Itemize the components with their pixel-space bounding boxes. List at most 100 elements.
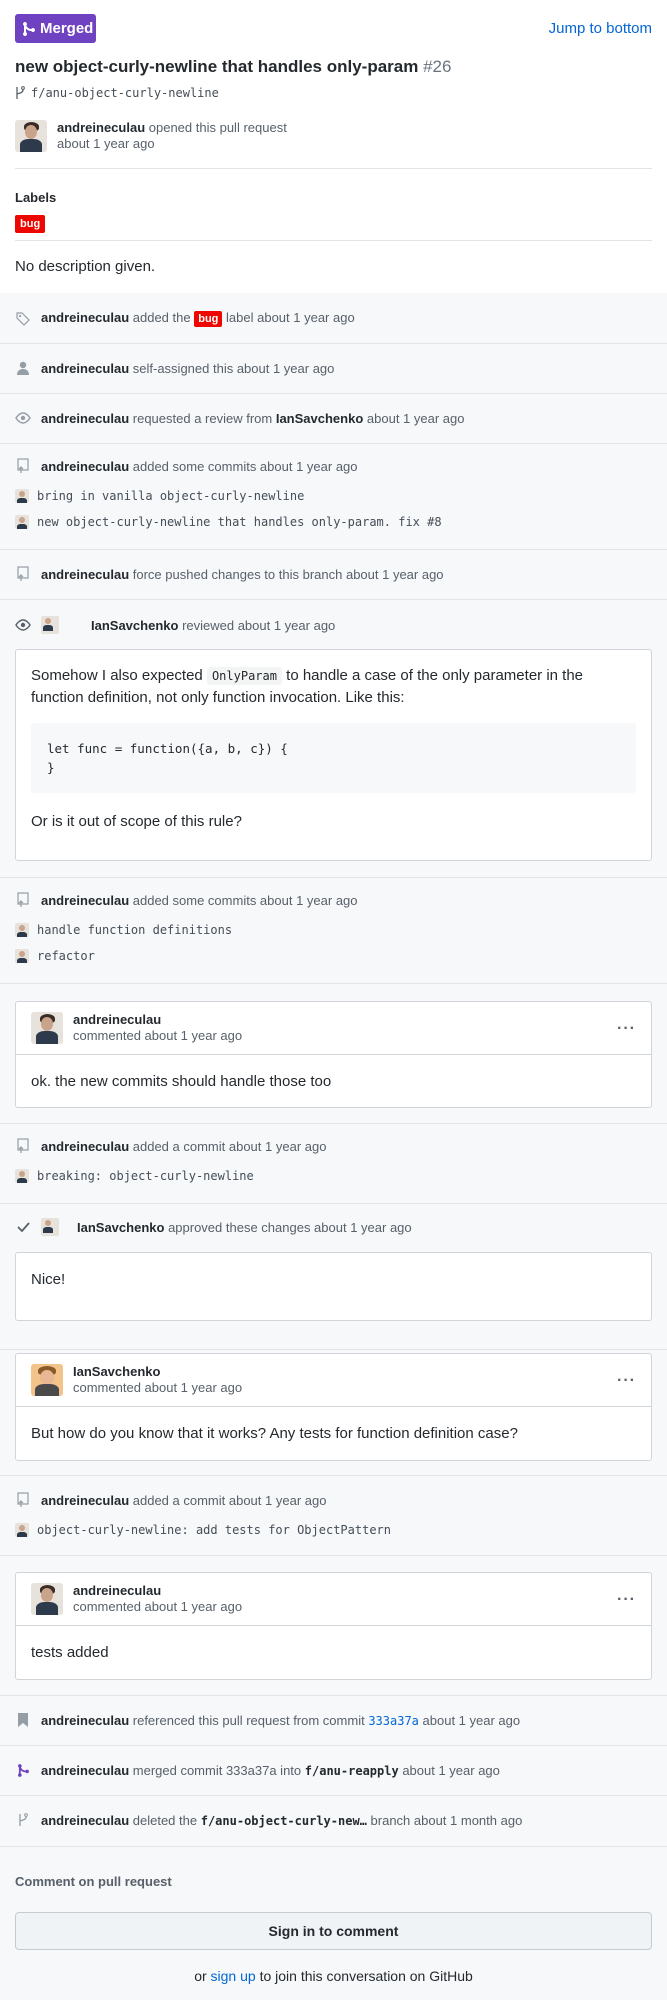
event-text: merged commit 333a37a into (132, 1762, 302, 1778)
repo-push-icon (15, 1492, 31, 1508)
comment-author[interactable]: IanSavchenko (73, 1364, 160, 1379)
commit-item[interactable]: breaking: object-curly-newline (15, 1169, 254, 1183)
avatar (15, 949, 29, 963)
merged-label: Merged (40, 20, 94, 37)
pr-opener: andreineculau opened this pull request a… (15, 120, 287, 152)
commit-item[interactable]: handle function definitions (15, 923, 232, 937)
target-branch[interactable]: f/anu-reapply (305, 1764, 399, 1778)
review-body: Nice! (31, 1271, 66, 1288)
commit-message[interactable]: bring in vanilla object-curly-newline (37, 489, 304, 503)
event-user[interactable]: andreineculau (41, 893, 129, 908)
merged-badge: Merged (15, 14, 96, 43)
comment-meta: commented about 1 year ago (73, 1028, 243, 1043)
commit-message[interactable]: refactor (37, 949, 95, 963)
comment-box: andreineculau commented about 1 year ago … (15, 1001, 652, 1108)
repo-push-icon (15, 458, 31, 474)
tag-icon (15, 311, 31, 327)
more-options-icon[interactable]: ··· (617, 1591, 636, 1609)
review-text-end: Or is it out of scope of this rule? (31, 813, 242, 830)
event-text: self-assigned this about 1 year ago (132, 360, 335, 376)
event-user[interactable]: andreineculau (41, 1813, 129, 1828)
event-user[interactable]: andreineculau (41, 459, 129, 474)
eye-icon (15, 617, 31, 633)
divider (15, 240, 652, 241)
event-user[interactable]: andreineculau (41, 1493, 129, 1508)
labels-heading: Labels (15, 190, 57, 205)
comment-author[interactable]: andreineculau (73, 1012, 161, 1027)
commit-message[interactable]: new object-curly-newline that handles on… (37, 515, 442, 529)
comment-box: andreineculau commented about 1 year ago … (15, 1572, 652, 1680)
branch-icon (16, 86, 25, 99)
commit-item[interactable]: object-curly-newline: add tests for Obje… (15, 1523, 391, 1537)
avatar[interactable] (15, 120, 47, 152)
sign-in-button[interactable]: Sign in to comment (15, 1912, 652, 1950)
more-options-icon[interactable]: ··· (617, 1372, 636, 1390)
comment-meta: commented about 1 year ago (73, 1599, 243, 1614)
review-text: Somehow I also expected OnlyParam to han… (31, 667, 584, 706)
timeline-comment: andreineculau commented about 1 year ago … (0, 1556, 667, 1696)
event-text: referenced this pull request from commit (132, 1712, 365, 1728)
eye-icon (15, 410, 31, 426)
sign-up-link[interactable]: sign up (211, 1968, 256, 1984)
reviewer-name[interactable]: IanSavchenko (276, 411, 363, 426)
inline-code: OnlyParam (206, 667, 282, 685)
bug-label[interactable]: bug (15, 215, 46, 233)
opener-user[interactable]: andreineculau (57, 120, 145, 135)
event-user[interactable]: andreineculau (41, 1763, 129, 1778)
commit-item[interactable]: bring in vanilla object-curly-newline (15, 489, 304, 503)
repo-push-icon (15, 566, 31, 582)
event-user[interactable]: IanSavchenko (77, 1220, 164, 1235)
event-text: added the (132, 310, 191, 325)
timeline-event-commits: andreineculau added some commits about 1… (0, 878, 667, 984)
timeline-event-assigned: andreineculau self-assigned this about 1… (0, 344, 667, 394)
event-text: label about 1 year ago (226, 310, 355, 325)
avatar (15, 489, 29, 503)
event-user[interactable]: andreineculau (41, 1139, 129, 1154)
person-icon (15, 360, 31, 376)
bug-label[interactable]: bug (194, 311, 223, 327)
repo-push-icon (15, 1138, 31, 1154)
comment-box: IanSavchenko commented about 1 year ago ·… (15, 1353, 652, 1461)
event-user[interactable]: andreineculau (41, 361, 129, 376)
review-comment: Nice! (15, 1252, 652, 1321)
signup-rest: to join this conversation on GitHub (259, 1968, 473, 1984)
timeline-review: IanSavchenko reviewed about 1 year ago S… (0, 600, 667, 878)
event-user[interactable]: andreineculau (41, 411, 129, 426)
commit-message[interactable]: handle function definitions (37, 923, 232, 937)
commit-item[interactable]: new object-curly-newline that handles on… (15, 515, 442, 529)
comment-meta: commented about 1 year ago (73, 1380, 243, 1395)
commit-message[interactable]: object-curly-newline: add tests for Obje… (37, 1523, 391, 1537)
signup-line: or sign up to join this conversation on … (0, 1968, 667, 1984)
event-user[interactable]: andreineculau (41, 1713, 129, 1728)
commit-message[interactable]: breaking: object-curly-newline (37, 1169, 254, 1183)
bookmark-icon (15, 1712, 31, 1728)
commit-sha-link[interactable]: 333a37a (368, 1714, 419, 1728)
avatar[interactable] (31, 1364, 63, 1396)
pr-header: Merged Jump to bottom new object-curly-n… (0, 0, 667, 293)
avatar (15, 1523, 29, 1537)
timeline-comment: IanSavchenko commented about 1 year ago ·… (0, 1350, 667, 1476)
avatar[interactable] (31, 1583, 63, 1615)
event-user[interactable]: andreineculau (41, 310, 129, 325)
event-user[interactable]: andreineculau (41, 567, 129, 582)
timeline-event-commits: andreineculau added a commit about 1 yea… (0, 1476, 667, 1556)
timeline-event-commits: andreineculau added a commit about 1 yea… (0, 1124, 667, 1204)
timeline-event-merged: andreineculau merged commit 333a37a into… (0, 1746, 667, 1796)
event-text: reviewed about 1 year ago (182, 617, 336, 633)
event-time: about 1 year ago (402, 1762, 500, 1778)
avatar[interactable] (41, 1218, 59, 1236)
commit-item[interactable]: refactor (15, 949, 95, 963)
review-comment: Somehow I also expected OnlyParam to han… (15, 649, 652, 861)
jump-to-bottom-link[interactable]: Jump to bottom (549, 20, 652, 37)
branch-line: f/anu-object-curly-newline (15, 86, 219, 100)
timeline-event-referenced: andreineculau referenced this pull reque… (0, 1696, 667, 1746)
comment-author[interactable]: andreineculau (73, 1583, 161, 1598)
avatar[interactable] (31, 1012, 63, 1044)
pr-title: new object-curly-newline that handles on… (15, 57, 419, 76)
timeline-event-review-requested: andreineculau requested a review from Ia… (0, 394, 667, 444)
event-user[interactable]: IanSavchenko (91, 618, 178, 633)
more-options-icon[interactable]: ··· (617, 1020, 636, 1038)
opener-time: about 1 year ago (57, 136, 155, 151)
avatar[interactable] (41, 616, 59, 634)
pr-number: #26 (423, 57, 452, 76)
